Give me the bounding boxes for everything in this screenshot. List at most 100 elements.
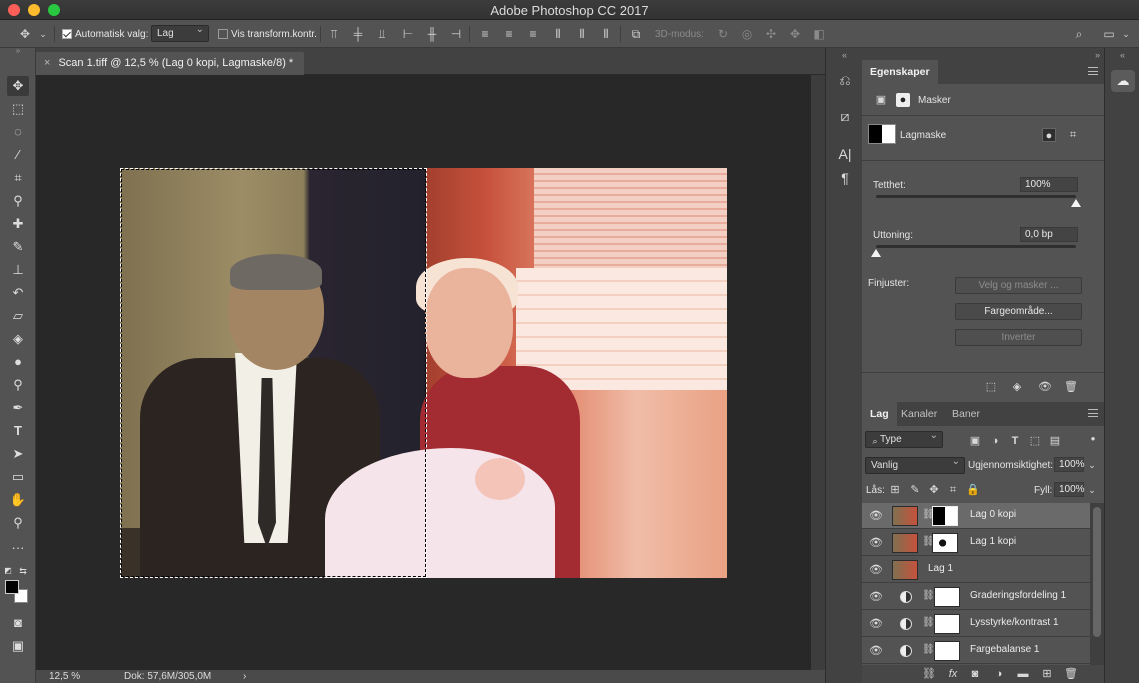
lock-position-icon[interactable]: ✥ — [927, 483, 941, 497]
visibility-eye-icon[interactable]: 👁 — [869, 590, 883, 604]
show-transform-toggle[interactable]: Vis transform.kontr. — [218, 26, 317, 42]
select-pixel-mask-icon[interactable]: ● — [1042, 128, 1056, 142]
filter-smart-object-icon[interactable]: ▤ — [1048, 434, 1062, 448]
layers-menu-icon[interactable] — [1088, 409, 1098, 417]
foreground-color-swatch[interactable] — [5, 580, 19, 594]
density-slider-thumb[interactable] — [1071, 199, 1081, 207]
lock-image-icon[interactable]: ✎ — [908, 483, 922, 497]
marquee-tool-icon[interactable]: ⬚ — [7, 99, 29, 119]
panels-collapse-icon[interactable]: » — [1095, 50, 1100, 60]
distribute-right-icon[interactable]: ⦀ — [599, 27, 613, 41]
layer-mask-thumbnail[interactable] — [932, 506, 958, 526]
move-tool-icon[interactable]: ✥ — [18, 27, 32, 41]
visibility-eye-icon[interactable]: 👁 — [869, 509, 883, 523]
zoom-level[interactable]: 12,5 % — [49, 671, 80, 682]
history-panel-icon[interactable]: ⎌ — [835, 70, 855, 90]
visibility-eye-icon[interactable]: 👁 — [869, 563, 883, 577]
layer-mask-thumbnail[interactable] — [934, 641, 960, 661]
status-menu-arrow[interactable]: › — [243, 671, 246, 682]
align-horizontal-center-icon[interactable]: ╫ — [425, 27, 439, 41]
layer-row[interactable]: 👁 ⛓ Lysstyrke/kontrast 1 — [862, 611, 1090, 637]
apply-mask-icon[interactable]: ◈ — [1010, 380, 1024, 394]
swap-colors-icon[interactable]: ⇆ — [16, 561, 30, 581]
layer-row[interactable]: 👁 Lag 1 — [862, 557, 1090, 583]
lock-all-icon[interactable]: 🔒 — [966, 483, 980, 497]
crop-tool-icon[interactable]: ⌗ — [7, 168, 29, 188]
hand-tool-icon[interactable]: ✋ — [7, 490, 29, 510]
dock-collapse-icon[interactable]: « — [826, 50, 863, 60]
density-slider-track[interactable] — [876, 195, 1076, 198]
vector-mask-icon[interactable]: ● — [896, 93, 910, 107]
color-range-button[interactable]: Fargeområde... — [955, 303, 1082, 320]
filter-shape-icon[interactable]: ⬚ — [1028, 434, 1042, 448]
3d-slide-icon[interactable]: ✥ — [788, 27, 802, 41]
brush-tool-icon[interactable]: ✎ — [7, 237, 29, 257]
screen-mode-icon[interactable]: ▣ — [7, 636, 29, 656]
default-colors-icon[interactable]: ◩ — [2, 561, 14, 581]
blend-mode-dropdown[interactable]: Vanlig — [865, 456, 965, 474]
fardock-collapse-icon[interactable]: « — [1105, 50, 1139, 60]
link-layers-icon[interactable]: ⛓ — [922, 667, 936, 681]
blur-tool-icon[interactable]: ● — [7, 352, 29, 372]
document-tab[interactable]: × Scan 1.tiff @ 12,5 % (Lag 0 kopi, Lagma… — [36, 52, 304, 75]
character-panel-icon[interactable]: A| — [835, 144, 855, 164]
auto-select-checkbox[interactable] — [62, 29, 72, 39]
quick-mask-icon[interactable]: ◙ — [7, 613, 29, 633]
opacity-chevron-icon[interactable]: ⌄ — [1085, 458, 1099, 472]
align-bottom-icon[interactable]: ⫫ — [375, 27, 389, 41]
more-tools-icon[interactable]: ··· — [7, 538, 29, 558]
visibility-eye-icon[interactable]: 👁 — [869, 536, 883, 550]
layer-row[interactable]: 👁 ⛓ Lag 1 kopi — [862, 530, 1090, 556]
brush-settings-panel-icon[interactable]: ⧄ — [835, 106, 855, 126]
feather-field[interactable]: 0,0 bp — [1020, 227, 1078, 242]
type-tool-icon[interactable]: T — [7, 421, 29, 441]
rectangle-tool-icon[interactable]: ▭ — [7, 467, 29, 487]
fill-field[interactable]: 100% — [1054, 482, 1085, 497]
path-selection-tool-icon[interactable]: ➤ — [7, 444, 29, 464]
distribute-top-icon[interactable]: ≡ — [478, 27, 492, 41]
close-document-icon[interactable]: × — [44, 57, 50, 69]
opacity-field[interactable]: 100% — [1054, 457, 1085, 472]
history-brush-tool-icon[interactable]: ↶ — [7, 283, 29, 303]
new-adjustment-layer-icon[interactable]: ◑ — [992, 667, 1006, 681]
tab-properties[interactable]: Egenskaper — [862, 60, 938, 84]
mask-link-icon[interactable]: ⛓ — [922, 617, 935, 628]
distribute-vertical-center-icon[interactable]: ≡ — [502, 27, 516, 41]
add-mask-icon[interactable]: ◙ — [968, 667, 982, 681]
layer-mask-thumbnail[interactable] — [932, 533, 958, 553]
tab-paths[interactable]: Baner — [944, 402, 988, 426]
tool-preset-chevron-icon[interactable]: ⌄ — [36, 27, 50, 41]
align-vertical-center-icon[interactable]: ╪ — [351, 27, 365, 41]
clone-stamp-tool-icon[interactable]: ⊥ — [7, 260, 29, 280]
feather-slider-thumb[interactable] — [871, 249, 881, 257]
creative-cloud-libraries-icon[interactable]: ☁ — [1111, 70, 1135, 92]
visibility-eye-icon[interactable]: 👁 — [869, 617, 883, 631]
new-layer-icon[interactable]: ⊞ — [1040, 667, 1054, 681]
auto-select-toggle[interactable]: Automatisk valg: — [62, 26, 148, 42]
3d-orbit-icon[interactable]: ↻ — [716, 27, 730, 41]
paint-bucket-tool-icon[interactable]: ◈ — [7, 329, 29, 349]
select-and-mask-button[interactable]: Velg og masker ... — [955, 277, 1082, 294]
filter-toggle-icon[interactable]: ● — [1086, 432, 1100, 446]
pen-tool-icon[interactable]: ✒ — [7, 398, 29, 418]
workspace-chevron-icon[interactable]: ⌄ — [1119, 27, 1133, 41]
layers-scrollbar-thumb[interactable] — [1093, 507, 1101, 637]
fill-chevron-icon[interactable]: ⌄ — [1085, 483, 1099, 497]
distribute-horizontal-center-icon[interactable]: ⦀ — [575, 27, 589, 41]
zoom-tool-icon[interactable]: ⚲ — [7, 513, 29, 533]
paragraph-panel-icon[interactable]: ¶ — [835, 168, 855, 188]
filter-adjustment-icon[interactable]: ◑ — [988, 434, 1002, 448]
layer-row[interactable]: 👁 ⛓ Fargebalanse 1 — [862, 638, 1090, 664]
distribute-left-icon[interactable]: ⦀ — [551, 27, 565, 41]
align-left-icon[interactable]: ⊢ — [401, 27, 415, 41]
layer-mask-thumbnail[interactable] — [934, 614, 960, 634]
delete-layer-icon[interactable]: 🗑 — [1064, 667, 1078, 681]
add-vector-mask-icon[interactable]: ⌗ — [1066, 128, 1080, 142]
3d-pan-icon[interactable]: ✣ — [764, 27, 778, 41]
distribute-bottom-icon[interactable]: ≡ — [526, 27, 540, 41]
align-top-icon[interactable]: ⫪ — [327, 27, 341, 41]
layers-scrollbar[interactable] — [1090, 503, 1104, 665]
delete-mask-icon[interactable]: 🗑 — [1064, 380, 1078, 394]
mask-link-icon[interactable]: ⛓ — [922, 644, 935, 655]
invert-button[interactable]: Inverter — [955, 329, 1082, 346]
